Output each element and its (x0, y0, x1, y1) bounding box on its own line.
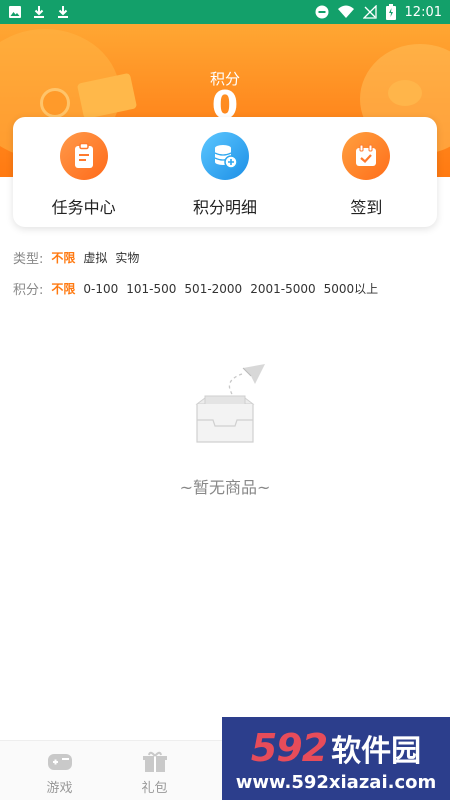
no-signal-icon (362, 5, 377, 19)
type-filter-label: 类型: (13, 252, 44, 267)
points-filter: 积分: 不限 0-100 101-500 501-2000 2001-5000 … (13, 279, 386, 299)
download-icon (56, 5, 70, 19)
wifi-icon (337, 5, 354, 19)
gift-icon (142, 751, 168, 773)
quick-actions-card: 任务中心 积分明细 签到 (13, 117, 437, 227)
points-filter-label: 积分: (13, 283, 44, 298)
type-option-physical[interactable]: 实物 (115, 249, 139, 266)
task-center-label: 任务中心 (51, 198, 116, 217)
dnd-icon (315, 5, 329, 19)
watermark-number: 592 (250, 726, 328, 770)
tab-gifts-label: 礼包 (141, 781, 168, 796)
check-in-label: 签到 (350, 198, 383, 217)
points-option-101-500[interactable]: 101-500 (126, 282, 176, 296)
empty-inbox-icon (185, 362, 265, 452)
battery-icon (385, 4, 396, 20)
watermark-url: www.592xiazai.com (235, 772, 437, 793)
tab-games[interactable]: 游戏 (12, 741, 107, 800)
status-bar: 12:01 (0, 0, 450, 24)
download-icon (32, 5, 46, 19)
gamepad-icon (47, 751, 73, 773)
site-watermark: 592 软件园 www.592xiazai.com (222, 717, 450, 800)
image-notification-icon (8, 5, 22, 19)
points-option-2001-5000[interactable]: 2001-5000 (250, 282, 315, 296)
points-option-501-2000[interactable]: 501-2000 (184, 282, 242, 296)
type-option-virtual[interactable]: 虚拟 (83, 249, 107, 266)
clock-time: 12:01 (404, 4, 442, 20)
points-detail-label: 积分明细 (192, 198, 257, 217)
empty-state: ~暂无商品~ (0, 362, 450, 498)
check-in-button[interactable]: 签到 (296, 117, 437, 227)
calendar-check-icon (342, 132, 391, 180)
type-filter: 类型: 不限 虚拟 实物 (13, 248, 147, 267)
coins-database-icon (200, 132, 249, 180)
points-detail-button[interactable]: 积分明细 (154, 117, 295, 227)
empty-state-text: ~暂无商品~ (179, 478, 271, 497)
points-option-0-100[interactable]: 0-100 (83, 282, 118, 296)
watermark-name: 软件园 (331, 734, 422, 769)
points-option-5000-plus[interactable]: 5000以上 (324, 280, 379, 297)
task-center-button[interactable]: 任务中心 (13, 117, 154, 227)
tab-games-label: 游戏 (46, 781, 73, 796)
points-option-all[interactable]: 不限 (51, 280, 75, 297)
type-option-all[interactable]: 不限 (51, 249, 75, 266)
clipboard-icon (59, 132, 108, 180)
tab-gifts[interactable]: 礼包 (107, 741, 202, 800)
